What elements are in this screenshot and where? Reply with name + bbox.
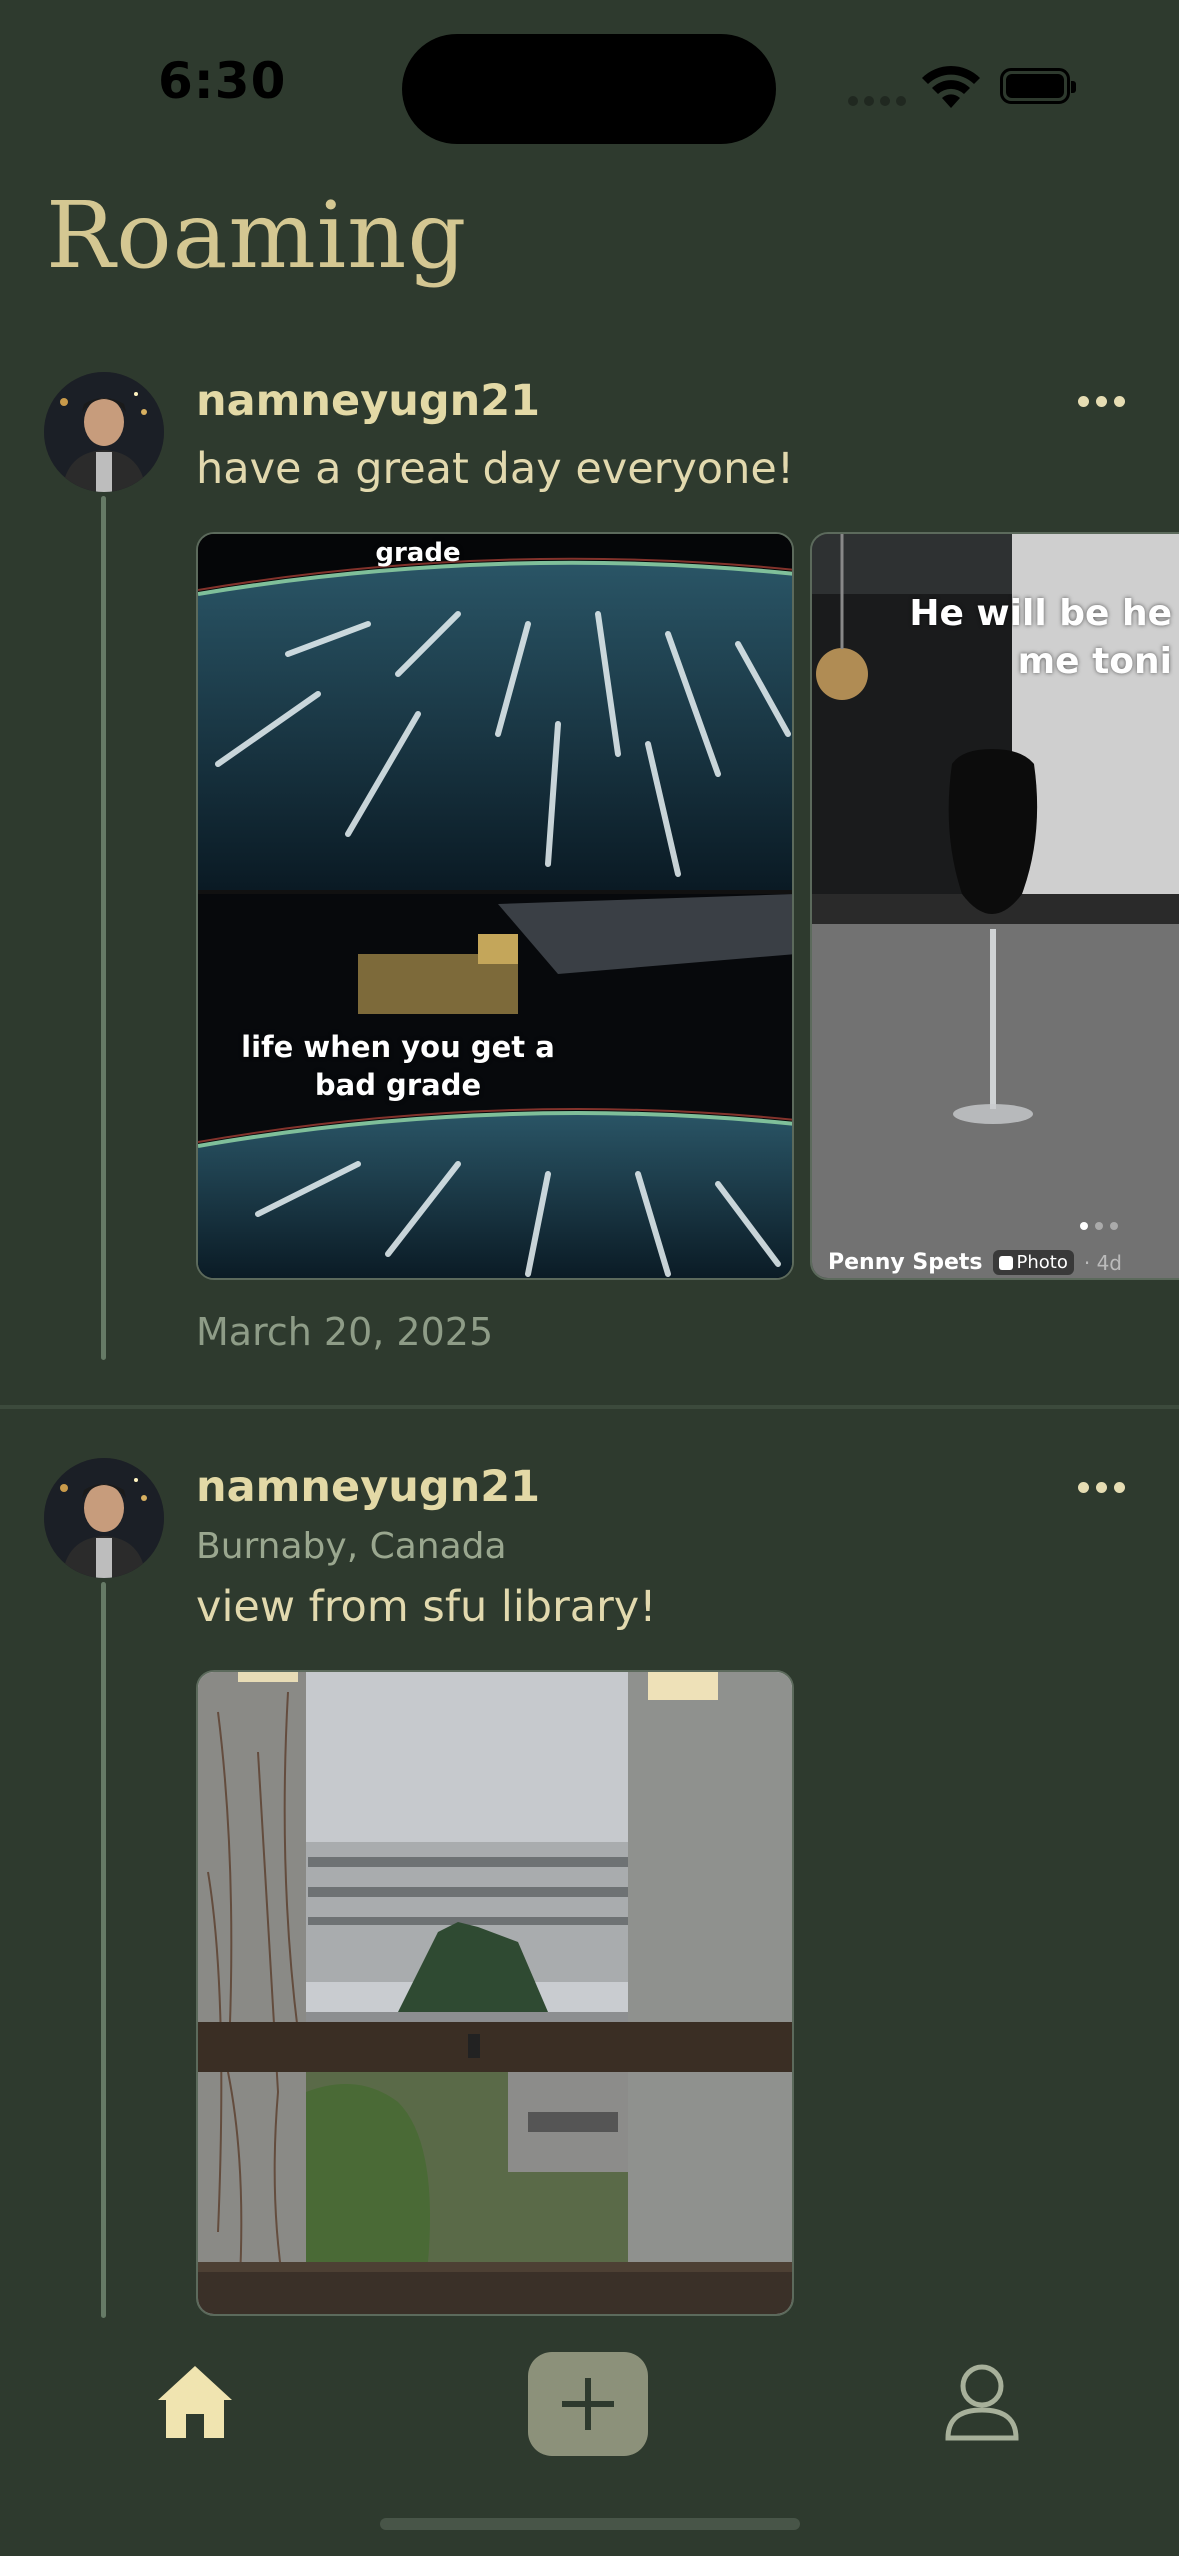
post-age: · 4d — [1083, 1250, 1122, 1275]
meme-top-text: grade — [375, 538, 461, 568]
battery-icon — [1000, 68, 1076, 104]
post-image[interactable]: He will be he me toni Penny Spets Photo … — [810, 532, 1179, 1280]
author-name: Penny Spets — [828, 1250, 983, 1275]
avatar[interactable] — [44, 372, 164, 492]
more-options-icon[interactable] — [1078, 396, 1125, 407]
post-caption: have a great day everyone! — [196, 444, 795, 494]
person-icon[interactable] — [944, 2362, 1020, 2442]
post-location[interactable]: Burnaby, Canada — [196, 1526, 507, 1567]
more-options-icon[interactable] — [1078, 1482, 1125, 1493]
photo-icon — [998, 1255, 1013, 1270]
post-author-row: Penny Spets Photo · 4d — [828, 1250, 1122, 1275]
earth-timelapse-image — [198, 534, 792, 1278]
status-time: 6:30 — [158, 52, 287, 110]
thread-line — [101, 496, 106, 1360]
carousel-dots — [1080, 1222, 1118, 1230]
plus-icon — [562, 2378, 614, 2430]
home-indicator — [380, 2518, 800, 2530]
wifi-icon — [922, 65, 980, 108]
thread-line — [101, 1582, 106, 2318]
cellular-signal-icon — [848, 96, 906, 106]
screenshot-overlay-text: He will be he me toni — [909, 593, 1172, 682]
meme-caption-text: life when you get a bad grade — [241, 1030, 555, 1102]
username[interactable]: namneyugn21 — [196, 376, 540, 426]
library-window-photo — [198, 1672, 792, 2314]
home-icon[interactable] — [154, 2362, 236, 2442]
post-image[interactable]: grade life when you get a bad grade — [196, 532, 794, 1280]
page-title: Roaming — [46, 182, 468, 289]
post-date: March 20, 2025 — [196, 1310, 494, 1354]
photo-badge: Photo — [992, 1250, 1074, 1275]
post-divider — [0, 1405, 1179, 1409]
post-image[interactable] — [196, 1670, 794, 2316]
avatar[interactable] — [44, 1458, 164, 1578]
new-post-button[interactable] — [528, 2352, 648, 2456]
dynamic-island — [402, 34, 776, 144]
username[interactable]: namneyugn21 — [196, 1462, 540, 1512]
post-caption: view from sfu library! — [196, 1582, 657, 1632]
